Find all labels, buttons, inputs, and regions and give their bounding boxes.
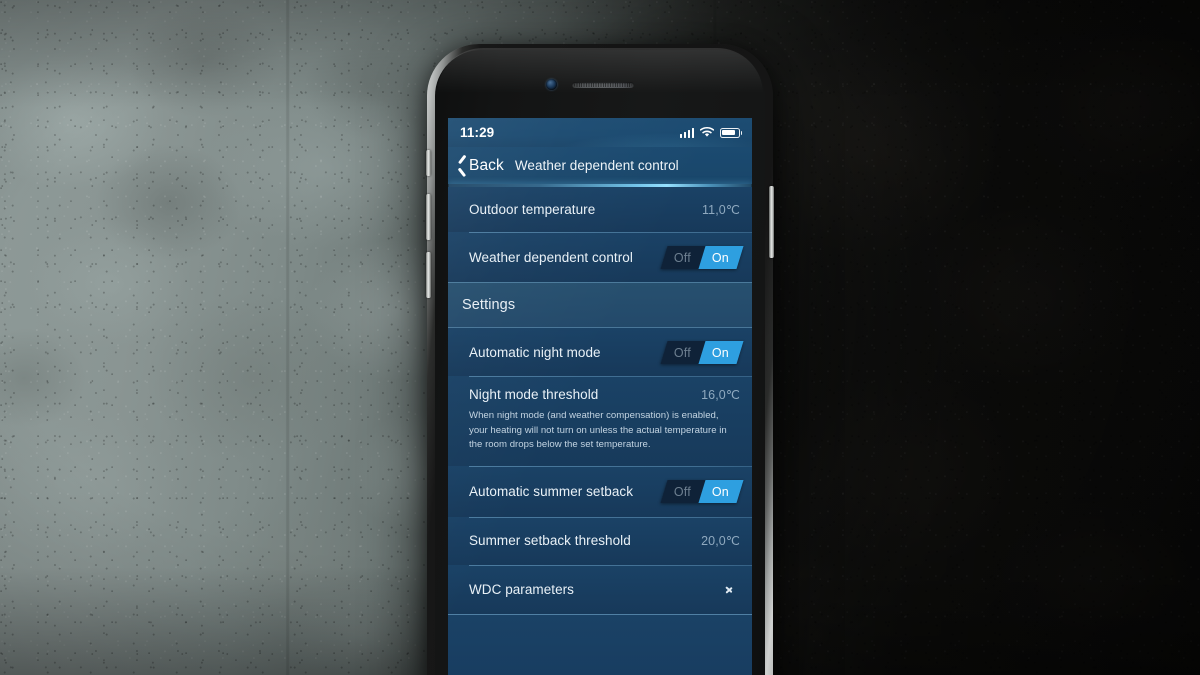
wifi-icon	[700, 127, 714, 137]
section-header-settings: Settings	[448, 282, 752, 328]
settings-list: Outdoor temperature 11,0℃ Weather depend…	[448, 187, 752, 675]
toggle-off-label: Off	[674, 250, 692, 264]
row-divider	[448, 613, 752, 615]
toggle-on-label: On	[712, 345, 730, 359]
smartphone-device: 11:29 Back Weather dependent control Out…	[426, 44, 774, 675]
toggle-on-label: On	[712, 250, 730, 264]
section-divider-top	[448, 282, 752, 283]
page-title: Weather dependent control	[514, 158, 679, 173]
status-bar: 11:29	[448, 118, 752, 147]
automatic-night-mode-toggle[interactable]: Off On	[660, 340, 744, 364]
toggle-on-segment[interactable]: On	[698, 340, 744, 364]
summer-setback-threshold-label: Summer setback threshold	[469, 533, 631, 549]
row-divider	[469, 376, 752, 377]
chevron-left-icon	[457, 158, 466, 174]
toggle-on-segment[interactable]: On	[698, 479, 744, 503]
row-summer-setback-threshold[interactable]: Summer setback threshold 20,0℃	[448, 516, 752, 565]
back-button-label: Back	[469, 156, 504, 174]
night-mode-threshold-label: Night mode threshold	[469, 387, 599, 402]
automatic-summer-setback-toggle[interactable]: Off On	[660, 479, 744, 503]
list-bottom-filler	[448, 613, 752, 675]
row-divider	[469, 465, 752, 467]
outdoor-temperature-value: 11,0℃	[702, 203, 740, 217]
volume-up-button[interactable]	[426, 194, 431, 240]
phone-screen: 11:29 Back Weather dependent control Out…	[448, 118, 752, 675]
summer-setback-threshold-value: 20,0℃	[701, 534, 740, 549]
wdc-parameters-label: WDC parameters	[469, 581, 574, 597]
toggle-off-label: Off	[674, 345, 692, 359]
back-button[interactable]: Back	[448, 157, 504, 175]
toggle-on-segment[interactable]: On	[698, 245, 744, 269]
silent-switch[interactable]	[426, 150, 431, 176]
status-bar-icons	[679, 127, 743, 138]
night-mode-threshold-header: Night mode threshold 16,0℃	[469, 387, 740, 402]
volume-down-button[interactable]	[426, 252, 431, 298]
row-automatic-summer-setback[interactable]: Automatic summer setback Off On	[448, 465, 752, 517]
toggle-off-label: Off	[674, 484, 692, 499]
chevron-right-icon	[724, 583, 735, 596]
weather-dependent-control-toggle[interactable]: Off On	[660, 245, 744, 269]
battery-icon	[720, 127, 743, 138]
front-camera-icon	[546, 79, 557, 90]
cellular-signal-icon	[679, 127, 694, 138]
row-automatic-night-mode[interactable]: Automatic night mode Off On	[448, 328, 752, 376]
earpiece-speaker-icon	[572, 82, 634, 88]
power-button[interactable]	[769, 186, 774, 258]
row-outdoor-temperature[interactable]: Outdoor temperature 11,0℃	[448, 187, 752, 232]
toggle-on-label: On	[712, 484, 730, 499]
section-header-label: Settings	[462, 297, 516, 313]
row-night-mode-threshold[interactable]: Night mode threshold 16,0℃ When night mo…	[448, 376, 752, 466]
night-mode-threshold-value: 16,0℃	[701, 388, 740, 402]
row-divider	[469, 232, 752, 233]
row-divider	[469, 564, 752, 566]
row-weather-dependent-control[interactable]: Weather dependent control Off On	[448, 232, 752, 282]
automatic-night-mode-label: Automatic night mode	[469, 344, 601, 360]
weather-dependent-control-label: Weather dependent control	[469, 249, 633, 265]
automatic-summer-setback-label: Automatic summer setback	[469, 483, 634, 499]
row-wdc-parameters[interactable]: WDC parameters	[448, 564, 752, 614]
outdoor-temperature-label: Outdoor temperature	[469, 202, 596, 217]
status-bar-clock: 11:29	[460, 125, 495, 140]
row-divider	[469, 516, 752, 518]
night-mode-threshold-description: When night mode (and weather compensatio…	[469, 410, 727, 451]
navigation-bar: Back Weather dependent control	[448, 147, 752, 184]
